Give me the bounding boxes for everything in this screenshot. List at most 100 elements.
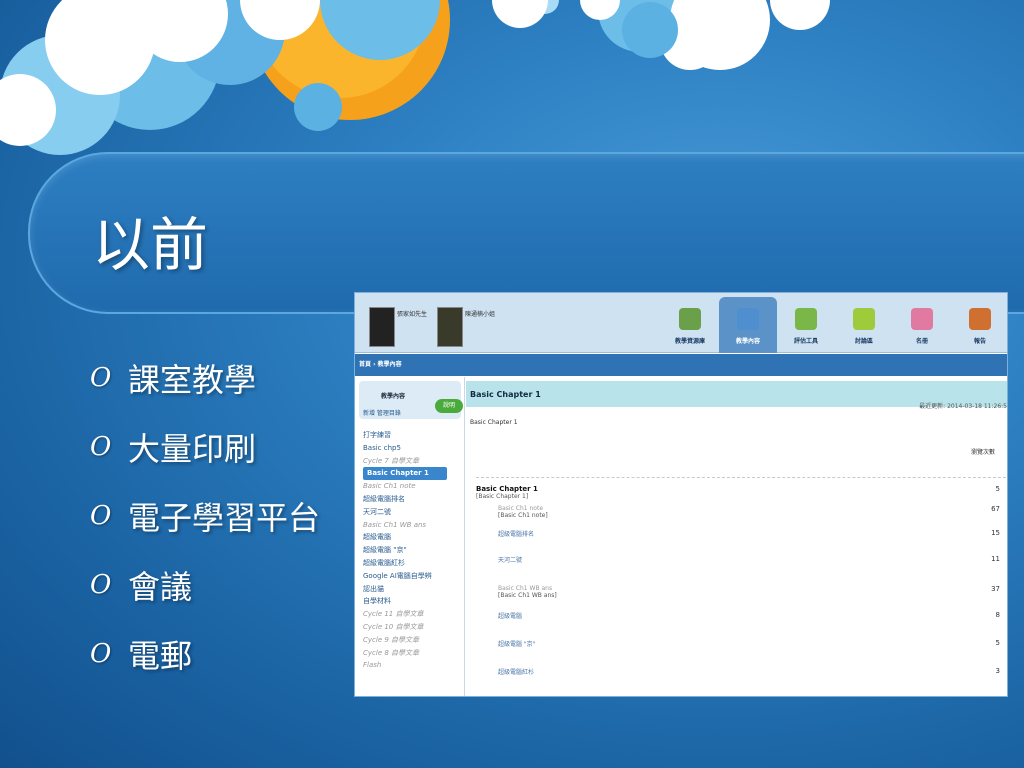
row-view-count: 11	[991, 555, 1000, 563]
nav-tab[interactable]: 教學資源庫	[661, 297, 719, 353]
tree-item[interactable]: Basic Chapter 1	[363, 467, 447, 481]
tree-item[interactable]: 打字練習	[363, 429, 463, 442]
nav-tab-icon	[795, 308, 817, 330]
nav-tabs: 教學資源庫 教學內容 評估工具 討論區 名冊 報告	[661, 297, 1007, 353]
tree-item[interactable]: Cycle 9 自學文章	[363, 634, 463, 647]
bullet-text: 大量印刷	[128, 429, 257, 468]
row-view-count: 37	[991, 585, 1000, 593]
tree-item[interactable]: 認出貓	[363, 583, 463, 596]
help-button[interactable]: 說明	[435, 399, 463, 413]
content-subtitle: Basic Chapter 1	[470, 419, 518, 426]
tree-item[interactable]: 超級電腦排名	[363, 493, 463, 506]
slide-title: 以前	[92, 211, 209, 279]
content-title: Basic Chapter 1	[470, 390, 541, 399]
bullet-marker: O	[90, 500, 112, 531]
row-title: Basic Chapter 1	[476, 485, 538, 493]
tree-item[interactable]: Basic Ch1 WB ans	[363, 519, 463, 532]
tree-item[interactable]: Cycle 10 自學文章	[363, 621, 463, 634]
slide: 以前 O 課室教學 O 大量印刷 O 電子學習平台 O 會議 O 電郵 張家如先生 陳通楠…	[0, 0, 1024, 768]
bullet-text: 電子學習平台	[128, 498, 321, 537]
user-avatar	[369, 307, 395, 347]
tree-item[interactable]: 超級電腦 "京"	[363, 544, 463, 557]
content-panel: Basic Chapter 1 最近更新: 2014-03-18 11:26:5…	[466, 377, 1007, 696]
content-row[interactable]: 天河二號 11	[476, 555, 1006, 564]
row-subtitle: [Basic Ch1 WB ans]	[498, 592, 557, 599]
nav-tab-icon	[969, 308, 991, 330]
content-tree: 打字練習 Basic chp5 Cycle 7 自學文章 Basic Chapter …	[363, 429, 463, 672]
row-view-count: 67	[991, 505, 1000, 513]
nav-tab-label: 教學內容	[735, 338, 760, 345]
nav-tab[interactable]: 評估工具	[777, 297, 835, 353]
tree-item[interactable]: 天河二號	[363, 506, 463, 519]
platform-screenshot: 張家如先生 陳通楠小姐 教學資源庫 教學內容 評估工具 討論區 名冊 報告 首頁 › 教學…	[354, 292, 1008, 697]
nav-tab-icon	[853, 308, 875, 330]
sidebar-title: 教學內容	[381, 393, 406, 400]
last-updated: 最近更新: 2014-03-18 11:26:5	[919, 403, 1007, 410]
breadcrumb[interactable]: 首頁 › 教學內容	[359, 359, 402, 368]
bullet-text: 會議	[128, 567, 193, 606]
tree-item[interactable]: Cycle 11 自學文章	[363, 608, 463, 621]
row-title: 超級電腦紅杉	[498, 669, 535, 676]
content-row[interactable]: 超級電腦 "京" 5	[476, 639, 1006, 648]
content-row[interactable]: 超級電腦排名 15	[476, 529, 1006, 538]
content-row[interactable]: Basic Ch1 note [Basic Ch1 note] 67	[476, 505, 1006, 519]
sidebar: 教學內容 說明 新增 管理目錄 打字練習 Basic chp5 Cycle 7 自學…	[355, 377, 465, 696]
tree-item[interactable]: Cycle 8 自學文章	[363, 647, 463, 660]
tree-item[interactable]: Basic chp5	[363, 442, 463, 455]
nav-tab-label: 討論區	[854, 338, 873, 345]
breadcrumb-bar	[355, 354, 1007, 376]
bullet-text: 課室教學	[128, 360, 257, 399]
nav-tab[interactable]: 報告	[951, 297, 1007, 353]
tree-item[interactable]: Flash	[363, 659, 463, 672]
nav-tab-label: 教學資源庫	[674, 338, 705, 345]
bullet-marker: O	[90, 638, 112, 669]
bullet-text: 電郵	[128, 636, 193, 675]
row-title: 超級電腦 "京"	[498, 641, 536, 648]
row-title: 超級電腦排名	[498, 531, 535, 538]
row-subtitle: [Basic Ch1 note]	[498, 512, 548, 519]
tree-item[interactable]: Google AI電腦自學辨	[363, 570, 463, 583]
tree-item[interactable]: Cycle 7 自學文章	[363, 455, 463, 468]
nav-tab-label: 報告	[973, 338, 986, 345]
user-name: 陳通楠小姐	[465, 311, 496, 318]
user-avatar	[437, 307, 463, 347]
content-row[interactable]: 超級電腦 8	[476, 611, 1006, 620]
bullet-item: O 課室教學	[90, 343, 320, 412]
divider	[476, 477, 1006, 478]
row-view-count: 8	[995, 611, 1000, 619]
row-title: Basic Ch1 WB ans	[498, 585, 553, 592]
views-column-header: 瀏覽次數	[970, 449, 995, 456]
content-row[interactable]: 超級電腦紅杉 3	[476, 667, 1006, 676]
tree-item[interactable]: 自學材料	[363, 595, 463, 608]
bullet-marker: O	[90, 362, 112, 393]
bullet-item: O 會議	[90, 550, 320, 619]
tree-item[interactable]: 超級電腦紅杉	[363, 557, 463, 570]
row-title: 天河二號	[498, 557, 523, 564]
row-title: Basic Ch1 note	[498, 505, 544, 512]
bullet-item: O 大量印刷	[90, 412, 320, 481]
bullet-item: O 電子學習平台	[90, 481, 320, 550]
bullet-marker: O	[90, 569, 112, 600]
platform-header: 張家如先生 陳通楠小姐 教學資源庫 教學內容 評估工具 討論區 名冊 報告	[355, 293, 1007, 353]
tree-item[interactable]: 超級電腦	[363, 531, 463, 544]
nav-tab[interactable]: 討論區	[835, 297, 893, 353]
row-title: 超級電腦	[498, 613, 523, 620]
tree-item[interactable]: Basic Ch1 note	[363, 480, 463, 493]
bullet-list: O 課室教學 O 大量印刷 O 電子學習平台 O 會議 O 電郵	[90, 343, 320, 688]
content-row[interactable]: Basic Chapter 1 [Basic Chapter 1] 5	[476, 485, 1006, 500]
bullet-marker: O	[90, 431, 112, 462]
content-row[interactable]: Basic Ch1 WB ans [Basic Ch1 WB ans] 37	[476, 585, 1006, 599]
nav-tab[interactable]: 教學內容	[719, 297, 777, 353]
sidebar-tools[interactable]: 新增 管理目錄	[363, 408, 401, 417]
nav-tab[interactable]: 名冊	[893, 297, 951, 353]
nav-tab-label: 評估工具	[793, 338, 818, 345]
nav-tab-icon	[679, 308, 701, 330]
nav-tab-label: 名冊	[915, 338, 928, 345]
user-name: 張家如先生	[397, 311, 428, 318]
bullet-item: O 電郵	[90, 619, 320, 688]
nav-tab-icon	[737, 308, 759, 330]
row-view-count: 15	[991, 529, 1000, 537]
row-view-count: 5	[995, 639, 1000, 647]
row-view-count: 3	[995, 667, 1000, 675]
cloud-sun-decoration	[0, 0, 830, 155]
